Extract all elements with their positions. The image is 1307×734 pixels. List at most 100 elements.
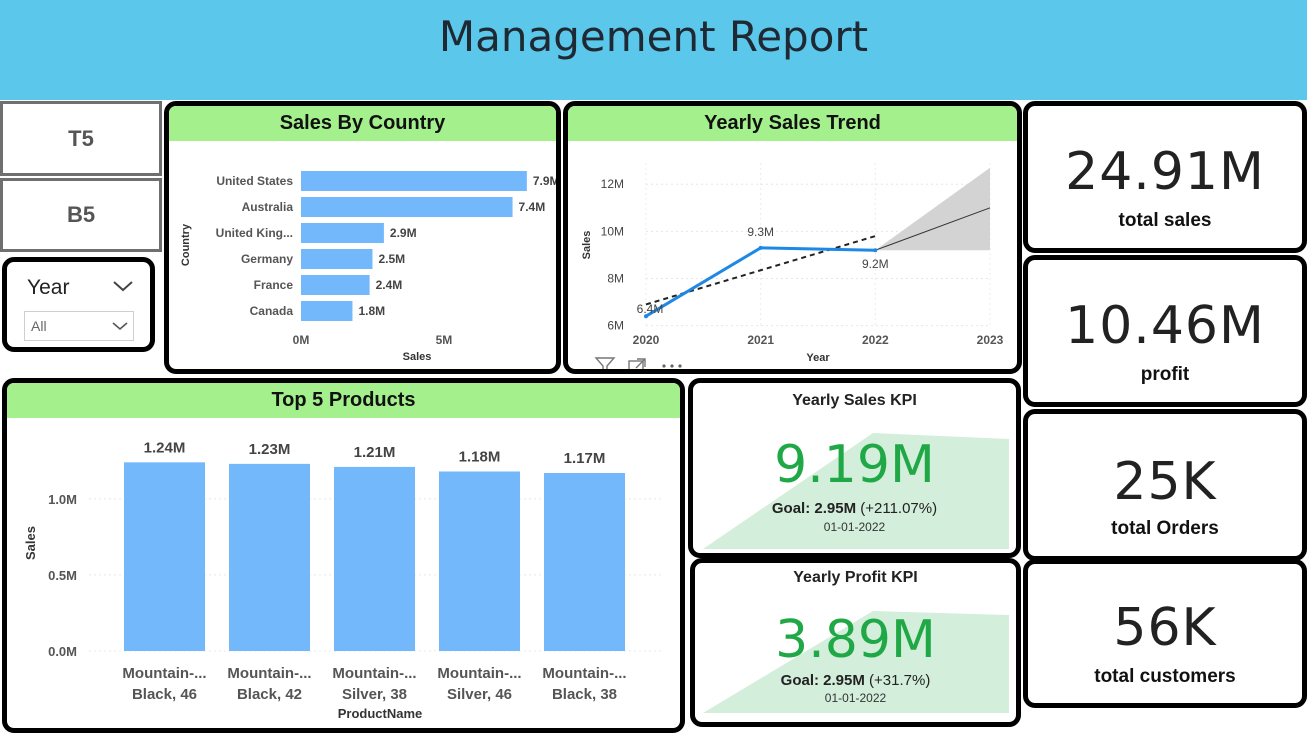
y-tick-label: 1.0M: [48, 492, 77, 507]
product-bar[interactable]: [334, 466, 415, 651]
product-label-line2: Silver, 38: [342, 686, 407, 703]
y-tick-label: 6M: [607, 319, 624, 333]
yearly-sales-trend-card: Yearly Sales Trend 6M 8M 10M 12M 2020 2021 202…: [563, 101, 1022, 374]
country-label: Germany: [241, 252, 293, 266]
top5-products-chart: 0.0M 0.5M 1.0M 1.24M Mountain-... Black, 46 1.…: [23, 439, 662, 721]
country-bar[interactable]: [301, 301, 353, 321]
yearly-sales-trend-chart: 6M 8M 10M 12M 2020 2021 2022 2023 Year Sales 6.4M 9…: [581, 163, 1004, 364]
more-options-icon[interactable]: [661, 362, 683, 370]
yearly-profit-kpi-value: 3.89M: [775, 610, 936, 670]
country-bar[interactable]: [301, 249, 373, 269]
yearly-sales-kpi-goal-delta: (+211.07%): [860, 500, 938, 517]
y-tick-label: 0.5M: [48, 568, 77, 583]
country-label: France: [254, 278, 294, 292]
sales-point[interactable]: [758, 245, 763, 250]
product-bar[interactable]: [229, 463, 310, 651]
year-dropdown-value: All: [31, 318, 47, 334]
country-label: United States: [216, 174, 293, 188]
country-bar[interactable]: [301, 275, 370, 295]
country-data-label: 2.4M: [376, 278, 403, 292]
y-axis-title: Country: [180, 223, 192, 266]
country-label: Australia: [242, 200, 294, 214]
country-label: Canada: [250, 304, 294, 318]
country-bar[interactable]: [301, 223, 384, 243]
sales-by-country-card: Sales By Country United States 7.9M Austra…: [164, 101, 561, 374]
y-tick-label: 0.0M: [48, 644, 77, 659]
country-data-label: 7.4M: [519, 200, 546, 214]
top5-products-title: Top 5 Products: [7, 383, 680, 418]
x-tick-label: 2023: [977, 333, 1004, 347]
x-axis-title: Year: [806, 352, 830, 364]
year-dropdown[interactable]: All: [24, 311, 134, 341]
country-bar[interactable]: [301, 171, 527, 191]
yearly-sales-kpi-date: 01-01-2022: [823, 520, 886, 534]
yearly-sales-trend-title: Yearly Sales Trend: [568, 106, 1017, 141]
x-axis-title: ProductName: [338, 706, 423, 721]
kpi-card-total-customers: 56K total customers: [1023, 559, 1307, 708]
country-data-label: 7.9M: [533, 174, 556, 188]
kpi-card-profit: 10.46M profit: [1023, 255, 1307, 407]
product-label-line1: Mountain-...: [437, 665, 521, 682]
y-tick-label: 12M: [601, 177, 624, 191]
total-orders-label: total Orders: [1111, 518, 1219, 539]
chevron-down-icon[interactable]: [112, 279, 134, 293]
yearly-profit-kpi-goal: Goal: 2.95M (+31.7%): [695, 672, 1016, 689]
yearly-sales-kpi-goal: Goal: 2.95M (+211.07%): [693, 500, 1016, 517]
yearly-profit-kpi-goal-delta: (+31.7%): [869, 672, 931, 689]
top5-button[interactable]: T5: [0, 101, 162, 176]
product-label-line2: Black, 46: [132, 686, 197, 703]
country-data-label: 2.9M: [390, 226, 417, 240]
forecast-band: [875, 167, 990, 251]
filter-icon[interactable]: [594, 356, 616, 374]
report-title: Management Report: [438, 12, 869, 61]
profit-value: 10.46M: [1065, 296, 1265, 356]
product-label-line2: Black, 42: [237, 686, 302, 703]
yearly-sales-kpi-title: Yearly Sales KPI: [792, 392, 917, 409]
y-axis-title: Sales: [23, 526, 38, 560]
product-label-line1: Mountain-...: [542, 665, 626, 682]
country-data-label: 1.8M: [358, 304, 385, 318]
country-data-label: 2.5M: [378, 252, 405, 266]
sales-by-country-title: Sales By Country: [169, 106, 556, 141]
product-bar[interactable]: [544, 472, 625, 651]
yearly-sales-kpi-goal-label: Goal: 2.95M: [771, 500, 857, 517]
product-bar[interactable]: [439, 471, 520, 651]
total-sales-label: total sales: [1118, 210, 1212, 231]
product-data-label: 1.23M: [249, 441, 291, 458]
product-data-label: 1.18M: [459, 448, 501, 465]
x-axis-title: Sales: [403, 351, 432, 363]
sales-by-country-chart: United States 7.9M Australia 7.4M United Kin…: [180, 171, 556, 363]
year-slicer: Year All: [2, 257, 155, 352]
sales-data-label: 6.4M: [637, 302, 664, 316]
report-header: Management Report: [0, 0, 1307, 100]
x-tick-label: 2020: [633, 333, 660, 347]
product-label-line1: Mountain-...: [332, 665, 416, 682]
product-label-line2: Black, 38: [552, 686, 617, 703]
report-page: Management Report T5 B5 Year All Sales B…: [0, 0, 1307, 734]
product-bar[interactable]: [124, 462, 205, 651]
product-label-line1: Mountain-...: [122, 665, 206, 682]
country-bar[interactable]: [301, 197, 513, 217]
sales-point[interactable]: [873, 248, 878, 253]
y-tick-label: 10M: [601, 224, 624, 238]
kpi-card-total-orders: 25K total Orders: [1023, 409, 1307, 561]
y-axis-title: Sales: [581, 231, 593, 260]
profit-label: profit: [1140, 364, 1190, 385]
x-tick-label: 2022: [862, 333, 889, 347]
sales-data-label: 9.2M: [862, 257, 889, 271]
x-tick-label: 2021: [747, 333, 774, 347]
x-tick-label: 0M: [293, 333, 310, 347]
bottom5-button[interactable]: B5: [0, 178, 162, 252]
sales-data-label: 9.3M: [747, 225, 774, 239]
product-data-label: 1.24M: [144, 439, 186, 456]
year-slicer-label: Year: [27, 276, 70, 299]
yearly-profit-kpi-card: Yearly Profit KPI 3.89M Goal: 2.95M (+31…: [690, 558, 1021, 727]
y-tick-label: 8M: [607, 272, 624, 286]
country-label: United King...: [216, 226, 293, 240]
yearly-profit-kpi-title: Yearly Profit KPI: [793, 569, 918, 586]
focus-mode-icon[interactable]: [627, 357, 647, 374]
yearly-profit-kpi-date: 01-01-2022: [824, 691, 887, 705]
chevron-down-icon: [112, 322, 128, 331]
yearly-profit-kpi-goal-label: Goal: 2.95M: [780, 672, 865, 689]
yearly-sales-kpi-card: Yearly Sales KPI 9.19M Goal: 2.95M (+211…: [688, 378, 1021, 558]
